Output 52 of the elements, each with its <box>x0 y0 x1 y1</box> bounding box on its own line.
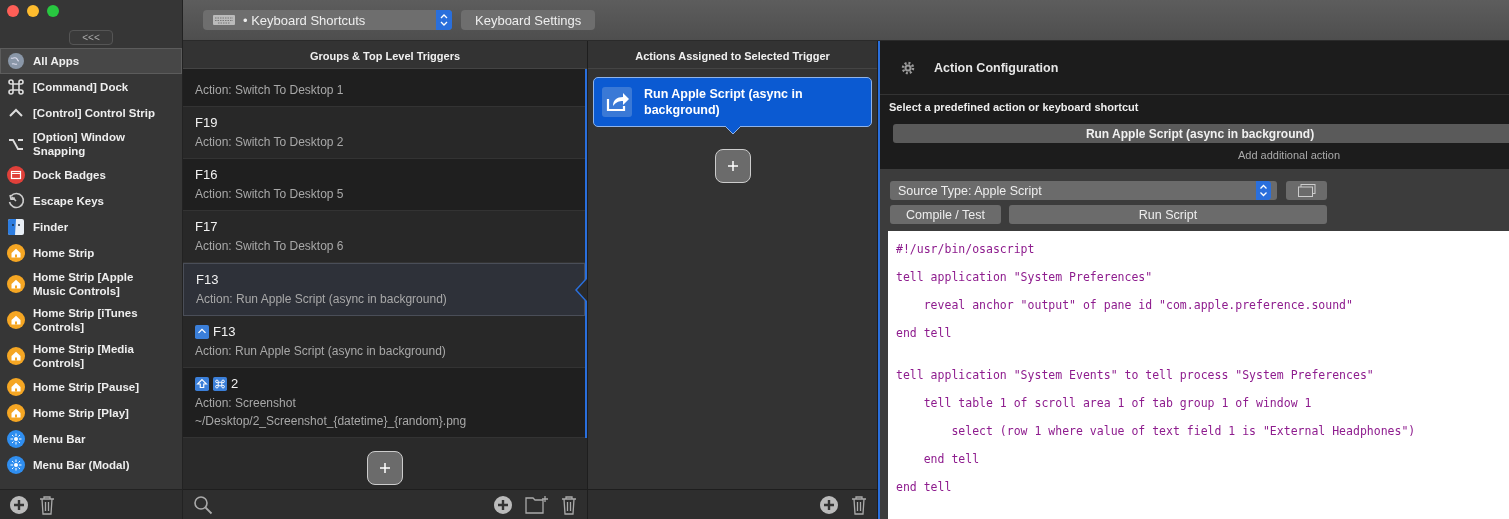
source-type-popup[interactable]: Source Type: Apple Script <box>890 181 1277 200</box>
add-action-link[interactable]: Add additional action <box>889 149 1509 161</box>
trigger-row[interactable]: Action: Switch To Desktop 1 <box>183 69 585 107</box>
trigger-action: Action: Switch To Desktop 2 <box>195 134 345 151</box>
code-line: #!/usr/bin/osascript <box>896 241 1035 258</box>
trigger-action: Action: Switch To Desktop 6 <box>195 238 345 255</box>
code-line: reveal anchor "output" of pane id "com.apple.preference.sound" <box>922 297 1353 314</box>
app-group-item[interactable]: [Command] Dock <box>0 74 182 100</box>
column-header: Groups & Top Level Triggers <box>183 41 587 69</box>
code-line: tell application "System Preferences" <box>896 269 1153 286</box>
compile-test-button[interactable]: Compile / Test <box>890 205 1001 224</box>
app-group-item[interactable]: Escape Keys <box>0 188 182 214</box>
code-line: tell table 1 of scroll area 1 of tab group 1 of window 1 <box>922 395 1312 412</box>
action-prompt: Select a predefined action or keyboard shortcut <box>889 101 1140 113</box>
trigger-row[interactable]: 2 Action: Screenshot ~/Desktop/2_Screenshot_{datetime}_{random}.png <box>183 368 585 438</box>
app-group-item[interactable]: Home Strip [Media Controls] <box>0 338 182 374</box>
trigger-key: F13 <box>213 322 236 342</box>
keyboard-settings-button[interactable]: Keyboard Settings <box>461 10 596 30</box>
trigger-action: Action: Switch To Desktop 1 <box>195 82 345 99</box>
trigger-action: Action: Screenshot ~/Desktop/2_Screenshot_{datetime}_{random}.png <box>195 395 468 430</box>
app-group-item[interactable]: All Apps <box>0 48 182 74</box>
trigger-key: F17 <box>195 217 218 237</box>
code-line: end tell <box>896 325 952 342</box>
app-group-item[interactable]: Home Strip <box>0 240 182 266</box>
app-group-item[interactable]: Home Strip [iTunes Controls] <box>0 302 182 338</box>
trigger-action: Action: Run Apple Script (async in background) <box>196 291 448 308</box>
code-line: end tell <box>922 451 980 468</box>
trigger-row[interactable]: F13 Action: Run Apple Script (async in background) <box>183 263 585 316</box>
trigger-key: F13 <box>196 270 219 290</box>
code-line: tell application "System Events" to tell process "System Preferences" <box>896 367 1374 384</box>
panel-title: Action Configuration <box>934 60 1059 75</box>
app-group-item[interactable]: Menu Bar <box>0 426 182 452</box>
app-group-item[interactable]: Home Strip [Apple Music Controls] <box>0 266 182 302</box>
predefined-action-button[interactable]: Run Apple Script (async in background) <box>893 124 1509 143</box>
code-line: end tell <box>896 479 952 496</box>
code-line: select (row 1 where value of text field 1 is "External Headphones") <box>950 423 1416 440</box>
run-script-button[interactable]: Run Script <box>1009 205 1327 224</box>
app-group-item[interactable]: Dock Badges <box>0 162 182 188</box>
app-group-item[interactable]: [Control] Control Strip <box>0 100 182 126</box>
app-group-item[interactable]: Menu Bar (Modal) <box>0 452 182 478</box>
trigger-action: Action: Run Apple Script (async in background) <box>195 343 447 360</box>
app-group-item[interactable]: Finder <box>0 214 182 240</box>
trigger-key: F16 <box>195 165 218 185</box>
app-group-item[interactable]: Home Strip [Play] <box>0 400 182 426</box>
app-group-item[interactable]: [Option] Window Snapping <box>0 126 182 162</box>
trigger-key: F19 <box>195 113 218 133</box>
app-group-item[interactable]: Home Strip [Pause] <box>0 374 182 400</box>
trigger-action: Action: Switch To Desktop 5 <box>195 186 345 203</box>
preset-popup[interactable]: • Keyboard Shortcuts <box>203 10 452 30</box>
trigger-key: 2 <box>231 374 239 394</box>
collapse-sidebar-button[interactable]: <<< <box>69 30 113 45</box>
trigger-row[interactable]: F16 Action: Switch To Desktop 5 <box>183 159 585 211</box>
